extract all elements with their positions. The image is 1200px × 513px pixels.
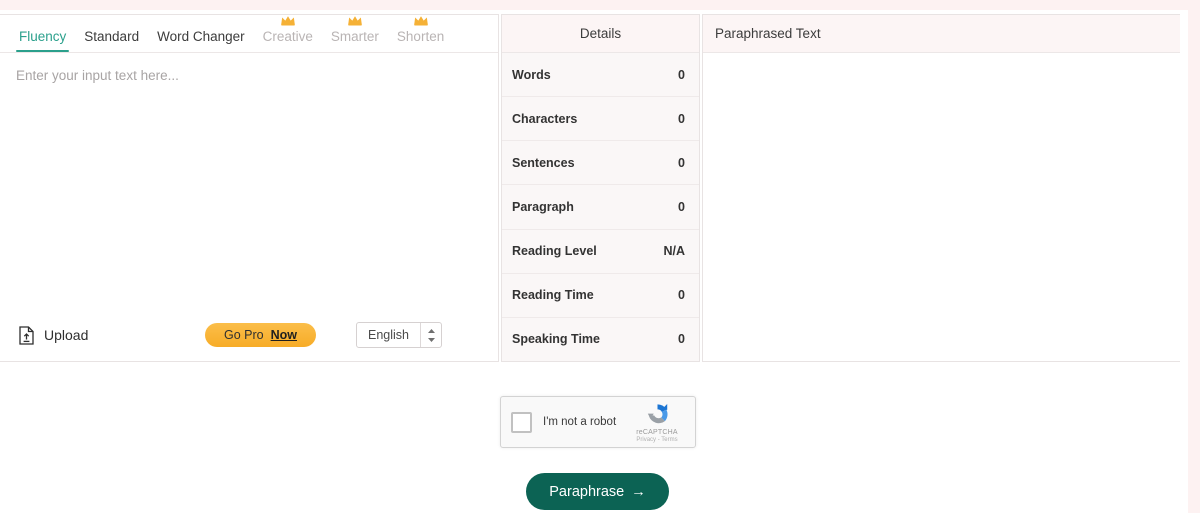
stat-value: 0 (678, 155, 685, 170)
stat-row-characters: Characters 0 (502, 97, 699, 142)
crown-icon (413, 15, 428, 25)
stat-row-paragraph: Paragraph 0 (502, 185, 699, 230)
text-input-area[interactable]: Enter your input text here... (0, 53, 498, 309)
stat-value: 0 (678, 67, 685, 82)
tab-fluency-label: Fluency (19, 28, 67, 44)
upload-label: Upload (44, 327, 89, 343)
paraphraser-app: Fluency Standard Word Changer Creative S… (0, 0, 1200, 513)
paraphrase-button-label: Paraphrase (549, 483, 625, 500)
upload-file-icon (19, 325, 34, 345)
tab-creative[interactable]: Creative (254, 15, 322, 53)
recaptcha-logo-icon (647, 403, 668, 424)
input-placeholder: Enter your input text here... (16, 68, 179, 83)
tab-smarter-label: Smarter (330, 28, 379, 44)
upload-button[interactable]: Upload (18, 325, 89, 345)
stat-row-words: Words 0 (502, 53, 699, 98)
tab-standard[interactable]: Standard (75, 28, 148, 53)
stat-label: Paragraph (512, 199, 574, 214)
go-pro-prefix: Go Pro (224, 328, 264, 342)
recaptcha-checkbox[interactable] (511, 411, 532, 433)
tab-shorten[interactable]: Shorten (388, 15, 453, 53)
stat-value: 0 (678, 332, 685, 347)
stat-label: Characters (512, 111, 578, 126)
language-select[interactable]: English (356, 322, 442, 348)
panels-row: Fluency Standard Word Changer Creative S… (0, 14, 1190, 362)
details-panel: Details Words 0 Characters 0 Sentences 0… (501, 14, 700, 362)
crown-icon (281, 15, 295, 25)
recaptcha-branding: reCAPTCHA Privacy - Terms (629, 401, 685, 443)
tab-standard-label: Standard (84, 28, 140, 44)
editor-toolbar: Upload Go Pro Now English (0, 309, 498, 361)
paraphrase-button[interactable]: Paraphrase → (526, 473, 669, 510)
stat-label: Words (512, 67, 551, 82)
mode-tabs: Fluency Standard Word Changer Creative S… (0, 15, 498, 53)
stat-label: Reading Level (512, 244, 597, 259)
stat-value: 0 (678, 199, 685, 214)
recaptcha-legal-links[interactable]: Privacy - Terms (629, 437, 685, 443)
crown-icon (348, 15, 362, 25)
paraphrased-text-title: Paraphrased Text (703, 15, 1180, 53)
stat-label: Sentences (512, 155, 575, 170)
tab-smarter[interactable]: Smarter (322, 15, 388, 53)
stat-label: Reading Time (512, 288, 594, 303)
input-editor-panel: Fluency Standard Word Changer Creative S… (0, 14, 499, 362)
stat-value: N/A (663, 244, 685, 259)
stat-label: Speaking Time (512, 332, 600, 347)
paraphrased-text-panel: Paraphrased Text (702, 14, 1180, 362)
stat-row-reading-level: Reading Level N/A (502, 229, 699, 274)
details-stat-list: Words 0 Characters 0 Sentences 0 Paragra… (502, 53, 699, 361)
recaptcha-label: I'm not a robot (543, 416, 617, 428)
recaptcha-brand-name: reCAPTCHA (636, 429, 678, 436)
stat-value: 0 (678, 111, 685, 126)
stat-row-sentences: Sentences 0 (502, 141, 699, 186)
recaptcha-widget[interactable]: I'm not a robot reCAPTCHA Privacy - Term… (500, 396, 696, 448)
stepper-arrows-icon (421, 328, 441, 343)
arrow-right-icon: → (631, 483, 646, 500)
go-pro-button[interactable]: Go Pro Now (205, 323, 316, 347)
stat-row-reading-time: Reading Time 0 (502, 273, 699, 318)
tab-word-changer-label: Word Changer (157, 28, 245, 44)
language-select-value: English (368, 328, 409, 342)
stat-row-speaking-time: Speaking Time 0 (502, 317, 699, 361)
tab-shorten-label: Shorten (396, 28, 445, 44)
tab-creative-label: Creative (262, 28, 313, 44)
details-title: Details (502, 15, 699, 53)
tab-fluency[interactable]: Fluency (10, 28, 75, 53)
stat-value: 0 (678, 288, 685, 303)
paraphrased-text-body[interactable] (703, 53, 1180, 361)
go-pro-now: Now (270, 328, 297, 342)
tab-word-changer[interactable]: Word Changer (148, 28, 254, 53)
